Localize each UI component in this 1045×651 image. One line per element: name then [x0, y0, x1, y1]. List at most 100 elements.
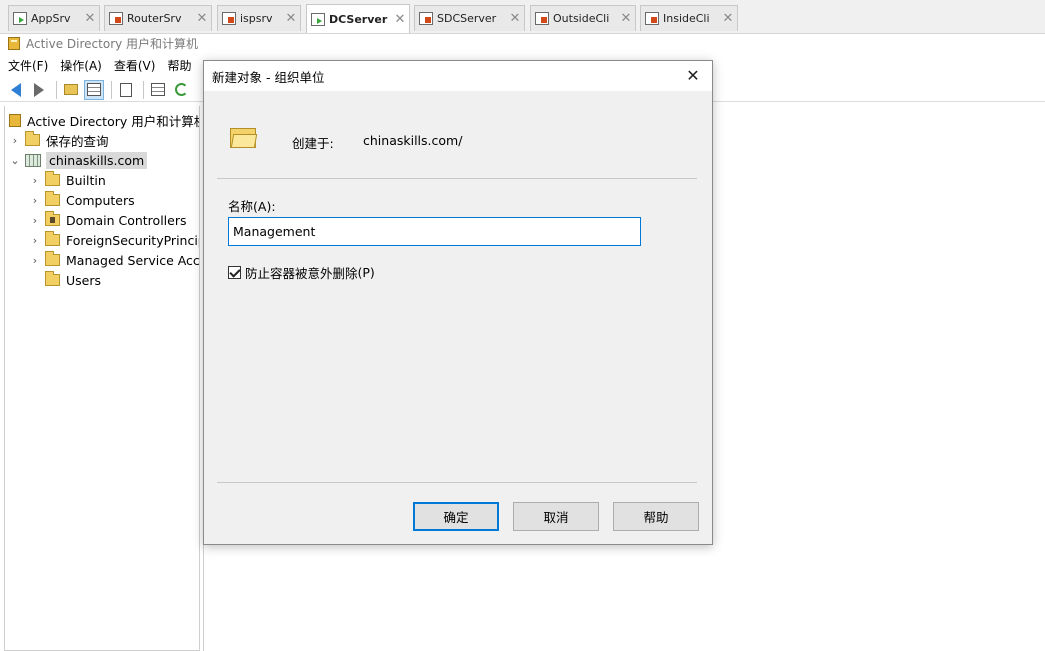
domain-icon: [25, 153, 41, 167]
vm-tab-routersrv[interactable]: RouterSrv ✕: [104, 5, 212, 31]
divider: [217, 178, 697, 179]
tree-item-root[interactable]: Active Directory 用户和计算机: [9, 110, 200, 130]
vm-tab-label: SDCServer: [437, 12, 497, 25]
ok-button[interactable]: 确定: [413, 502, 499, 531]
window-title: Active Directory 用户和计算机: [26, 37, 199, 51]
protect-from-deletion-accel: (P): [357, 265, 375, 280]
new-ou-dialog: 新建对象 - 组织单位 ✕ 创建于: chinaskills.com/ 名称(A…: [203, 60, 713, 545]
vm-tab-ispsrv[interactable]: ispsrv ✕: [217, 5, 301, 31]
chevron-right-icon[interactable]: ›: [29, 214, 41, 227]
vm-tab-appsrv[interactable]: AppSrv ✕: [8, 5, 100, 31]
refresh-icon: [174, 83, 188, 96]
created-in-value: chinaskills.com/: [363, 133, 463, 148]
window-title-bar: Active Directory 用户和计算机: [0, 34, 1045, 53]
tree-item-domain[interactable]: ⌄ chinaskills.com: [9, 150, 148, 170]
toolbar-separator: [143, 80, 144, 99]
folder-icon: [25, 131, 40, 146]
refresh-button[interactable]: [171, 80, 191, 100]
chevron-right-icon[interactable]: ›: [29, 234, 41, 247]
vm-tab-label: OutsideCli: [553, 12, 610, 25]
active-directory-icon: [8, 37, 20, 50]
vm-tab-strip: AppSrv ✕ RouterSrv ✕ ispsrv ✕ DCServer ✕…: [0, 0, 1045, 34]
dialog-title: 新建对象 - 组织单位: [212, 69, 325, 85]
folder-icon: [45, 231, 60, 246]
name-label-accel: (A):: [253, 199, 276, 214]
tree-label: chinaskills.com: [46, 151, 148, 169]
menu-view[interactable]: 查看(V): [114, 57, 156, 74]
menu-help[interactable]: 帮助: [167, 57, 191, 74]
tree-item-builtin[interactable]: › Builtin: [29, 170, 106, 190]
toolbar-separator: [56, 80, 57, 99]
chevron-right-icon[interactable]: ›: [9, 134, 21, 147]
name-label: 名称(A):: [228, 196, 276, 215]
export-list-button[interactable]: [148, 80, 168, 100]
vm-off-icon: [535, 12, 549, 25]
toolbar-separator: [111, 80, 112, 99]
menu-action[interactable]: 操作(A): [60, 57, 102, 74]
vm-tab-dcserver[interactable]: DCServer ✕: [306, 4, 410, 33]
close-icon[interactable]: ✕: [282, 11, 300, 26]
vm-tab-label: InsideCli: [663, 12, 710, 25]
organizational-unit-icon: [228, 124, 258, 150]
menu-file[interactable]: 文件(F): [8, 57, 48, 74]
name-label-text: 名称: [228, 199, 254, 214]
back-button[interactable]: [6, 80, 26, 100]
vm-off-icon: [222, 12, 236, 25]
chevron-right-icon[interactable]: ›: [29, 254, 41, 267]
tree-label: Domain Controllers: [66, 212, 187, 228]
tree-label: ForeignSecurityPrincipa: [66, 232, 200, 248]
tree-item-foreign-security-principals[interactable]: › ForeignSecurityPrincipa: [29, 230, 200, 250]
close-icon[interactable]: ✕: [193, 11, 211, 26]
close-icon[interactable]: ✕: [719, 11, 737, 26]
ou-name-input[interactable]: [228, 217, 641, 246]
close-icon[interactable]: ✕: [617, 11, 635, 26]
protect-from-deletion-checkbox[interactable]: [228, 266, 241, 279]
chevron-right-icon[interactable]: ›: [29, 174, 41, 187]
ou-folder-icon: [45, 211, 60, 226]
chevron-down-icon[interactable]: ⌄: [9, 154, 21, 167]
help-button[interactable]: 帮助: [613, 502, 699, 531]
created-in-label: 创建于:: [292, 136, 334, 151]
tree-item-saved-queries[interactable]: › 保存的查询: [9, 130, 109, 150]
vm-off-icon: [419, 12, 433, 25]
vm-tab-label: RouterSrv: [127, 12, 182, 25]
close-icon[interactable]: ✕: [391, 12, 409, 27]
close-icon[interactable]: ✕: [506, 11, 524, 26]
properties-button[interactable]: [116, 80, 136, 100]
tree-label: 保存的查询: [46, 133, 109, 149]
vm-tab-insidecli[interactable]: InsideCli ✕: [640, 5, 738, 31]
vm-off-icon: [109, 12, 123, 25]
tree-label: Computers: [66, 192, 135, 208]
vm-off-icon: [645, 12, 659, 25]
ou-icon-front: [230, 134, 258, 148]
folder-up-icon: [64, 84, 78, 95]
tree-label: Managed Service Acco: [66, 252, 200, 268]
show-hide-tree-button[interactable]: [84, 79, 104, 100]
close-icon[interactable]: ✕: [81, 11, 99, 26]
close-icon[interactable]: ✕: [682, 65, 704, 87]
protect-from-deletion-row[interactable]: 防止容器被意外删除 (P): [228, 263, 375, 282]
protect-from-deletion-label: 防止容器被意外删除: [245, 266, 358, 281]
vm-tab-label: DCServer: [329, 12, 388, 26]
clipboard-icon: [120, 82, 132, 97]
vm-tab-label: ispsrv: [240, 12, 273, 25]
tree-label: Users: [66, 272, 102, 288]
tree-item-computers[interactable]: › Computers: [29, 190, 135, 210]
folder-icon: [45, 191, 60, 206]
back-arrow-icon: [11, 82, 21, 97]
vm-tab-sdcserver[interactable]: SDCServer ✕: [414, 5, 525, 31]
dialog-title-bar: 新建对象 - 组织单位: [204, 61, 712, 91]
vm-running-icon: [311, 12, 325, 26]
console-tree: Active Directory 用户和计算机 › 保存的查询 ⌄ chinas…: [4, 106, 200, 651]
vm-tab-outsidecli[interactable]: OutsideCli ✕: [530, 5, 636, 31]
chevron-right-icon[interactable]: ›: [29, 194, 41, 207]
tree-item-managed-service-accounts[interactable]: › Managed Service Acco: [29, 250, 200, 270]
tree-label: Active Directory 用户和计算机: [27, 113, 200, 129]
cancel-button[interactable]: 取消: [513, 502, 599, 531]
vm-tab-label: AppSrv: [31, 12, 71, 25]
forward-button[interactable]: [29, 80, 49, 100]
folder-icon: [45, 251, 60, 266]
up-level-button[interactable]: [61, 80, 81, 100]
tree-item-domain-controllers[interactable]: › Domain Controllers: [29, 210, 186, 230]
tree-item-users[interactable]: Users: [45, 270, 101, 290]
